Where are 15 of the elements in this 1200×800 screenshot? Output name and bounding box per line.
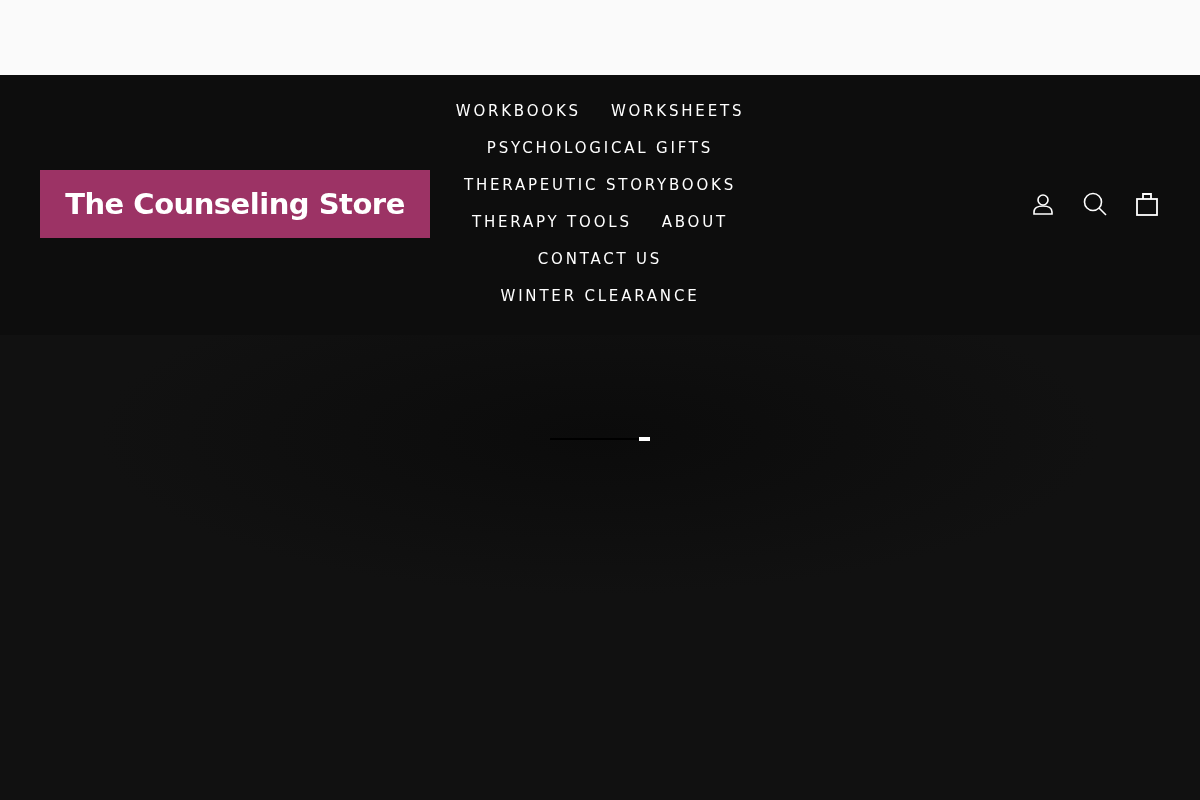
account-button[interactable] — [1030, 191, 1056, 217]
bag-icon — [1136, 192, 1158, 216]
search-icon — [1083, 192, 1107, 216]
nav-link[interactable]: WINTER CLEARANCE — [500, 278, 700, 315]
store-logo[interactable]: The Counseling Store — [40, 170, 430, 238]
nav-link[interactable]: THERAPEUTIC STORYBOOKS — [463, 167, 736, 204]
nav-link[interactable]: WORKSHEETS — [610, 93, 745, 130]
nav-link[interactable]: WORKBOOKS — [455, 93, 581, 130]
search-button[interactable] — [1082, 191, 1108, 217]
cart-button[interactable] — [1134, 191, 1160, 217]
nav-link[interactable]: ABOUT — [661, 204, 728, 241]
nav-link[interactable]: CONTACT US — [537, 241, 663, 278]
nav-link[interactable]: THERAPY TOOLS — [472, 204, 632, 241]
person-icon — [1032, 193, 1054, 215]
nav-link[interactable]: PSYCHOLOGICAL GIFTS — [486, 130, 714, 167]
